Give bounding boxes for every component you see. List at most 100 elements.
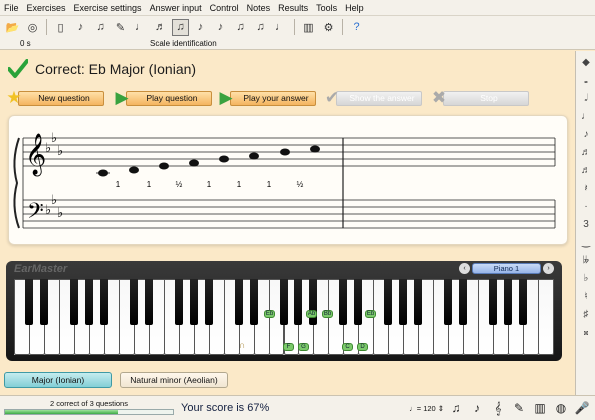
piano-input-icon[interactable]: ▥ (531, 399, 549, 417)
answer-feedback: Correct: Eb Major (Ionian) (8, 59, 196, 79)
interval-label: 1 (147, 180, 152, 189)
black-key[interactable] (444, 279, 453, 325)
interval-singing-icon[interactable]: ♪ (72, 19, 89, 36)
open-folder-icon[interactable]: 📂 (4, 19, 21, 36)
pitch-icon[interactable]: ♩ (272, 19, 289, 36)
melody-dictation-icon[interactable]: ♫ (252, 19, 269, 36)
key-signature: ♭ ♭ ♭ ♭ ♭ ♭ (45, 131, 63, 221)
black-key[interactable] (69, 279, 78, 325)
tempo-control[interactable]: ♩= 120 ⇕ (409, 404, 444, 413)
black-key[interactable] (519, 279, 528, 325)
black-key[interactable] (39, 279, 48, 325)
black-key[interactable] (99, 279, 108, 325)
eraser-icon[interactable]: ◆ (579, 55, 593, 69)
play-answer-button[interactable]: ▶ Play your answer (216, 88, 316, 108)
menu-help[interactable]: Help (345, 3, 364, 13)
tempo-stepper-icon[interactable]: ⇕ (438, 404, 444, 413)
rest-icon[interactable]: 𝄽 (579, 181, 593, 195)
black-key[interactable] (399, 279, 408, 325)
eighth-note-icon[interactable]: ♪ (579, 127, 593, 141)
black-key[interactable] (354, 279, 363, 325)
scale-identification-icon[interactable]: ♫ (172, 18, 189, 36)
tie-icon[interactable]: ‿ (579, 235, 593, 249)
double-flat-icon[interactable]: 𝄫 (579, 253, 593, 267)
results-chart-icon[interactable]: ▥ (300, 19, 317, 36)
staff-input-icon[interactable]: 𝄞 (489, 399, 507, 417)
double-sharp-icon[interactable]: 𝄪 (579, 325, 593, 339)
black-key[interactable] (204, 279, 213, 325)
rhythm-icon[interactable]: ♪ (192, 19, 209, 36)
rhythm-input-icon[interactable]: ♪ (468, 399, 486, 417)
black-key[interactable] (459, 279, 468, 325)
bass-clef-icon: 𝄢 (27, 199, 44, 229)
black-key[interactable] (174, 279, 183, 325)
brace-icon (13, 137, 20, 229)
menu-bar: File Exercises Exercise settings Answer … (0, 0, 595, 16)
microphone-icon[interactable]: 🎤 (573, 399, 591, 417)
black-key[interactable] (234, 279, 243, 325)
menu-answer-input[interactable]: Answer input (150, 3, 202, 13)
stop-button[interactable]: ✖ Stop (429, 88, 529, 108)
sixteenth-note-icon[interactable]: ♬ (579, 145, 593, 159)
melody-icon[interactable]: ♫ (232, 19, 249, 36)
white-key[interactable] (538, 279, 554, 355)
black-key[interactable] (309, 279, 318, 325)
menu-results[interactable]: Results (278, 3, 308, 13)
answer-major-ionian[interactable]: Major (Ionian) (4, 372, 112, 388)
triplet-icon[interactable]: 3 (579, 217, 593, 231)
feedback-text: Correct: Eb Major (Ionian) (35, 61, 197, 77)
menu-exercises[interactable]: Exercises (27, 3, 66, 13)
help-icon[interactable]: ? (348, 19, 365, 36)
note-input-icon[interactable]: ♫ (447, 399, 465, 417)
black-key[interactable] (144, 279, 153, 325)
black-key[interactable] (249, 279, 258, 325)
flat-icon[interactable]: ♭ (579, 271, 593, 285)
black-key[interactable] (339, 279, 348, 325)
key-mark: F (283, 343, 294, 351)
natural-icon[interactable]: ♮ (579, 289, 593, 303)
black-key[interactable] (504, 279, 513, 325)
show-answer-button[interactable]: ✔ Show the answer (322, 88, 422, 108)
answer-natural-minor-aeolian[interactable]: Natural minor (Aeolian) (120, 372, 228, 388)
chord-icon[interactable]: ♫ (92, 19, 109, 36)
piano-keyboard-panel: EarMaster ‹ Piano 1 › Eb Ab Bb Eb F G C … (6, 261, 562, 361)
previous-instrument-button[interactable]: ‹ (459, 263, 470, 274)
black-key[interactable] (129, 279, 138, 325)
menu-control[interactable]: Control (210, 3, 239, 13)
settings-icon[interactable]: ⚙ (320, 19, 337, 36)
thirty-second-note-icon[interactable]: ♬ (579, 163, 593, 177)
menu-tools[interactable]: Tools (316, 3, 337, 13)
black-key[interactable] (84, 279, 93, 325)
sharp-icon[interactable]: ♯ (579, 307, 593, 321)
black-key[interactable] (384, 279, 393, 325)
key-mark: Bb (322, 310, 333, 318)
whole-note-icon[interactable]: 𝅝 (579, 73, 593, 87)
guitar-icon[interactable]: ✎ (510, 399, 528, 417)
new-question-button[interactable]: ★ New question (4, 88, 104, 108)
interval-exercise-icon[interactable]: ▯ (52, 19, 69, 36)
next-instrument-button[interactable]: › (543, 263, 554, 274)
menu-notes[interactable]: Notes (247, 3, 271, 13)
piano-keys: Eb Ab Bb Eb F G C D ∩ (14, 279, 554, 355)
black-key[interactable] (294, 279, 303, 325)
quarter-note-icon[interactable]: ♩ (579, 109, 593, 123)
harmony-icon[interactable]: ♬ (152, 19, 169, 36)
half-note-icon[interactable]: 𝅗𝅥 (579, 91, 593, 105)
inversion-icon[interactable]: ♩ (132, 19, 149, 36)
menu-file[interactable]: File (4, 3, 19, 13)
instrument-name[interactable]: Piano 1 (472, 263, 541, 274)
black-key[interactable] (414, 279, 423, 325)
tempo-value: 120 (423, 403, 436, 413)
black-key[interactable] (279, 279, 288, 325)
black-key[interactable] (24, 279, 33, 325)
black-key[interactable] (189, 279, 198, 325)
rhythm-imitation-icon[interactable]: ♪ (212, 19, 229, 36)
play-question-button[interactable]: ▶ Play question (112, 88, 212, 108)
menu-exercise-settings[interactable]: Exercise settings (74, 3, 142, 13)
midi-icon[interactable]: ◍ (552, 399, 570, 417)
toolbar-divider (46, 19, 47, 35)
statistics-icon[interactable]: ◎ (24, 19, 41, 36)
chord-progression-icon[interactable]: ✎ (112, 19, 129, 36)
black-key[interactable] (489, 279, 498, 325)
dot-icon[interactable]: · (579, 199, 593, 213)
